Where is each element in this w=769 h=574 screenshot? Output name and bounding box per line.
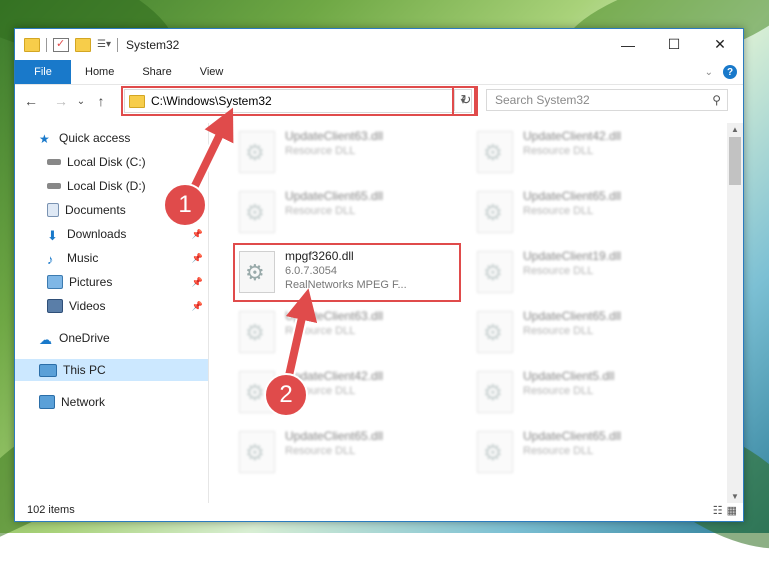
status-bar: 102 items ☷ ▦ [15, 499, 743, 521]
customize-toolbar-icon[interactable]: ☰▾ [97, 39, 111, 51]
dll-file-icon [477, 431, 513, 473]
network-icon [39, 395, 55, 409]
navigation-pane: ★ Quick access Local Disk (C:) Local Dis… [15, 123, 209, 503]
vertical-scrollbar[interactable]: ▲ ▼ [727, 123, 743, 503]
file-item[interactable]: UpdateClient19.dllResource DLL [473, 245, 703, 301]
address-highlight-box [121, 86, 476, 116]
close-button[interactable]: ✕ [697, 29, 743, 60]
picture-icon [47, 275, 63, 289]
title-bar: ✓ ☰▾ System32 — ☐ ✕ [15, 29, 743, 60]
scroll-up-icon[interactable]: ▲ [727, 125, 743, 134]
large-icons-view-icon[interactable]: ▦ [727, 504, 737, 517]
file-item[interactable]: UpdateClient65.dllResource DLL [473, 425, 703, 481]
sidebar-item-network[interactable]: Network [39, 391, 105, 413]
file-item[interactable]: UpdateClient5.dllResource DLL [473, 365, 703, 421]
dll-file-icon [477, 131, 513, 173]
details-view-icon[interactable]: ☷ [713, 504, 723, 517]
music-icon: ♪ [47, 252, 54, 267]
sidebar-item-onedrive[interactable]: ☁ OneDrive [39, 327, 110, 349]
pin-icon[interactable]: 📌 [192, 301, 203, 312]
file-highlight-box [233, 243, 461, 302]
file-explorer-window: ✓ ☰▾ System32 — ☐ ✕ File Home Share View… [14, 28, 744, 522]
sidebar-item-local-disk-c[interactable]: Local Disk (C:) [47, 151, 146, 173]
file-item[interactable]: UpdateClient65.dllResource DLL [473, 305, 703, 361]
sidebar-item-quick-access[interactable]: ★ Quick access [39, 127, 130, 149]
download-icon: ⬇ [47, 228, 58, 243]
tab-view[interactable]: View [186, 60, 238, 84]
pin-icon[interactable]: 📌 [192, 253, 203, 264]
file-item[interactable]: UpdateClient65.dllResource DLL [235, 185, 465, 241]
sidebar-item-music[interactable]: ♪ Music 📌 [47, 247, 207, 269]
up-arrow-icon[interactable]: ↑ [91, 93, 111, 109]
pin-icon[interactable]: 📌 [192, 229, 203, 240]
file-list: UpdateClient63.dllResource DLL UpdateCli… [215, 123, 725, 505]
file-item[interactable]: UpdateClient63.dllResource DLL [235, 125, 465, 181]
step-1-callout: 1 [163, 183, 207, 227]
recent-locations-icon[interactable]: ⌄ [71, 96, 91, 107]
back-arrow-icon[interactable]: ← [21, 93, 41, 109]
file-item[interactable]: UpdateClient63.dllResource DLL [235, 305, 465, 361]
sidebar-item-videos[interactable]: Videos 📌 [47, 295, 207, 317]
drive-icon [47, 183, 61, 189]
dll-file-icon [239, 311, 275, 353]
dll-file-icon [239, 431, 275, 473]
new-folder-icon[interactable] [75, 37, 91, 52]
step-2-callout: 2 [264, 373, 308, 417]
sidebar-item-local-disk-d[interactable]: Local Disk (D:) [47, 175, 146, 197]
minimize-button[interactable]: — [605, 29, 651, 60]
dll-file-icon [239, 131, 275, 173]
expand-ribbon-icon[interactable]: ⌄ [705, 67, 713, 78]
refresh-highlight-box [452, 86, 478, 116]
dll-file-icon [477, 251, 513, 293]
window-title: System32 [126, 37, 180, 52]
help-icon[interactable]: ? [723, 65, 737, 79]
divider [117, 37, 118, 52]
dll-file-icon [477, 191, 513, 233]
forward-arrow-icon[interactable]: → [51, 93, 71, 109]
sidebar-item-this-pc[interactable]: This PC [15, 359, 208, 381]
ribbon-tabs: File Home Share View ⌄ ? [15, 60, 743, 85]
dll-file-icon [477, 311, 513, 353]
quick-access-toolbar: ✓ ☰▾ [15, 37, 118, 52]
tab-file[interactable]: File [15, 60, 71, 84]
search-icon: ⚲ [712, 93, 721, 107]
star-icon: ★ [39, 132, 50, 146]
drive-icon [47, 159, 61, 165]
tab-share[interactable]: Share [128, 60, 185, 84]
properties-icon[interactable]: ✓ [53, 37, 69, 52]
video-icon [47, 299, 63, 313]
divider [46, 37, 47, 52]
dll-file-icon [239, 191, 275, 233]
file-item[interactable]: UpdateClient65.dllResource DLL [473, 185, 703, 241]
computer-icon [39, 363, 57, 377]
sidebar-item-pictures[interactable]: Pictures 📌 [47, 271, 207, 293]
document-icon [47, 203, 59, 217]
maximize-button[interactable]: ☐ [651, 29, 697, 60]
file-item[interactable]: UpdateClient42.dllResource DLL [473, 125, 703, 181]
pin-icon[interactable]: 📌 [192, 277, 203, 288]
search-input[interactable]: Search System32 ⚲ [486, 89, 728, 111]
dll-file-icon [477, 371, 513, 413]
tab-home[interactable]: Home [71, 60, 128, 84]
scrollbar-thumb[interactable] [729, 137, 741, 185]
file-item[interactable]: UpdateClient65.dllResource DLL [235, 425, 465, 481]
search-placeholder: Search System32 [495, 93, 590, 107]
item-count: 102 items [27, 504, 75, 516]
cloud-icon: ☁ [39, 332, 52, 347]
folder-icon[interactable] [24, 37, 40, 52]
